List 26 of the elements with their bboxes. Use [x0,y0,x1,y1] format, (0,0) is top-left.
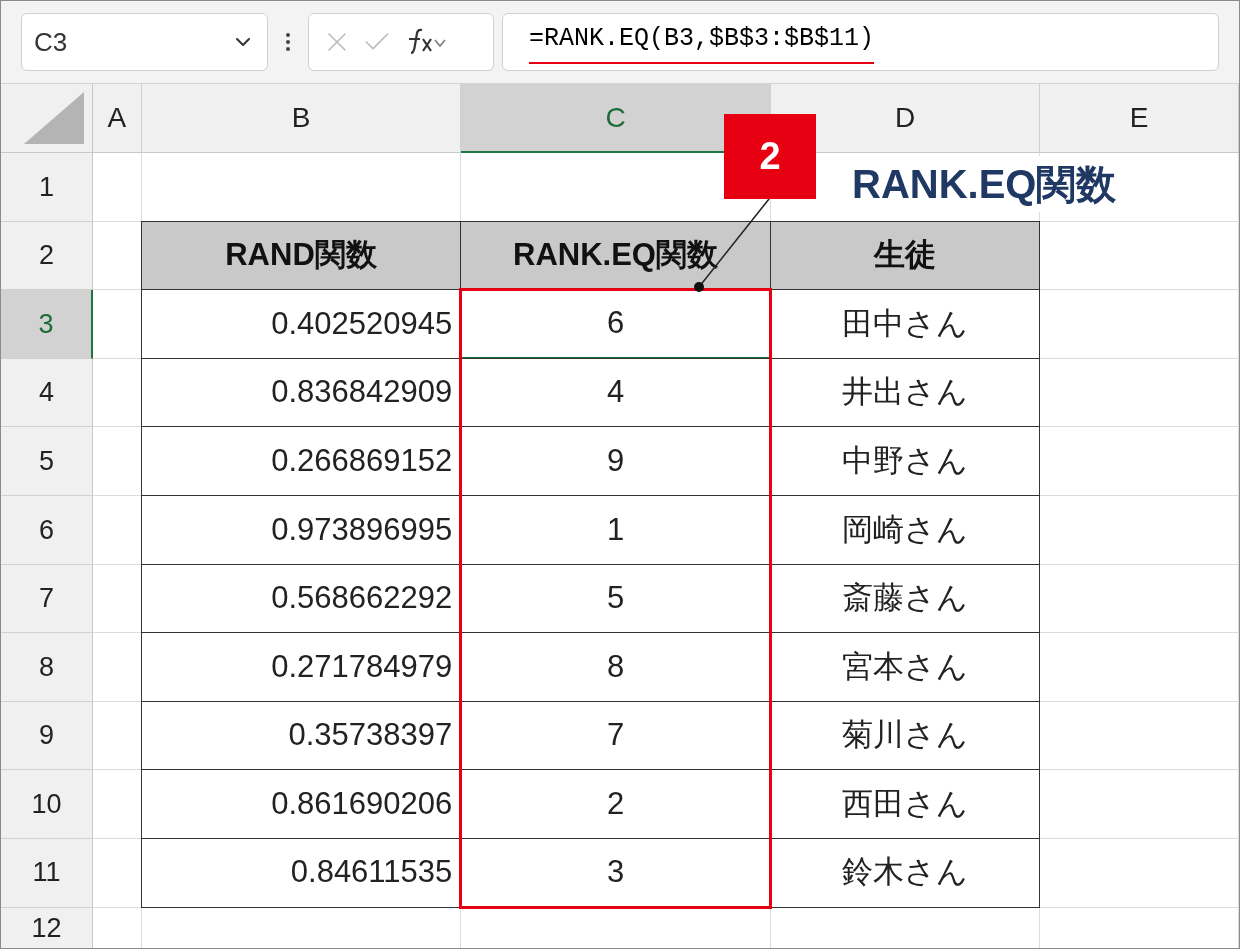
row-header[interactable]: 4 [1,358,93,428]
row-header[interactable]: 5 [1,427,93,496]
row-header[interactable]: 11 [1,838,93,908]
row-header[interactable]: 3 [1,290,93,359]
column-heading: 生徒 [769,220,1041,291]
column-heading: RANK.EQ関数 [460,220,771,291]
student-cell: 鈴木さん [769,837,1041,908]
row-header[interactable]: 1 [1,153,93,222]
value-cell: 0.84611535 [140,837,462,908]
step-number-badge: 2 [724,114,816,199]
row-header[interactable]: 2 [1,221,93,291]
column-header[interactable]: E [1040,84,1239,153]
row-header[interactable]: 8 [1,633,93,702]
row-header[interactable]: 10 [1,770,93,839]
row-header[interactable]: 12 [1,907,93,948]
column-header[interactable]: B [141,84,462,153]
formula-field[interactable]: =RANK.EQ(B3,$B$3:$B$11) [502,13,1219,71]
select-all-corner[interactable] [1,84,93,153]
column-heading: RAND関数 [140,220,462,291]
name-box[interactable]: C3 [21,13,268,71]
row-header[interactable]: 6 [1,495,93,565]
row-header[interactable]: 9 [1,701,93,771]
column-header[interactable]: A [92,84,142,153]
row-header[interactable]: 7 [1,564,93,634]
triangle-icon [23,92,84,144]
formula-text: =RANK.EQ(B3,$B$3:$B$11) [529,20,875,64]
